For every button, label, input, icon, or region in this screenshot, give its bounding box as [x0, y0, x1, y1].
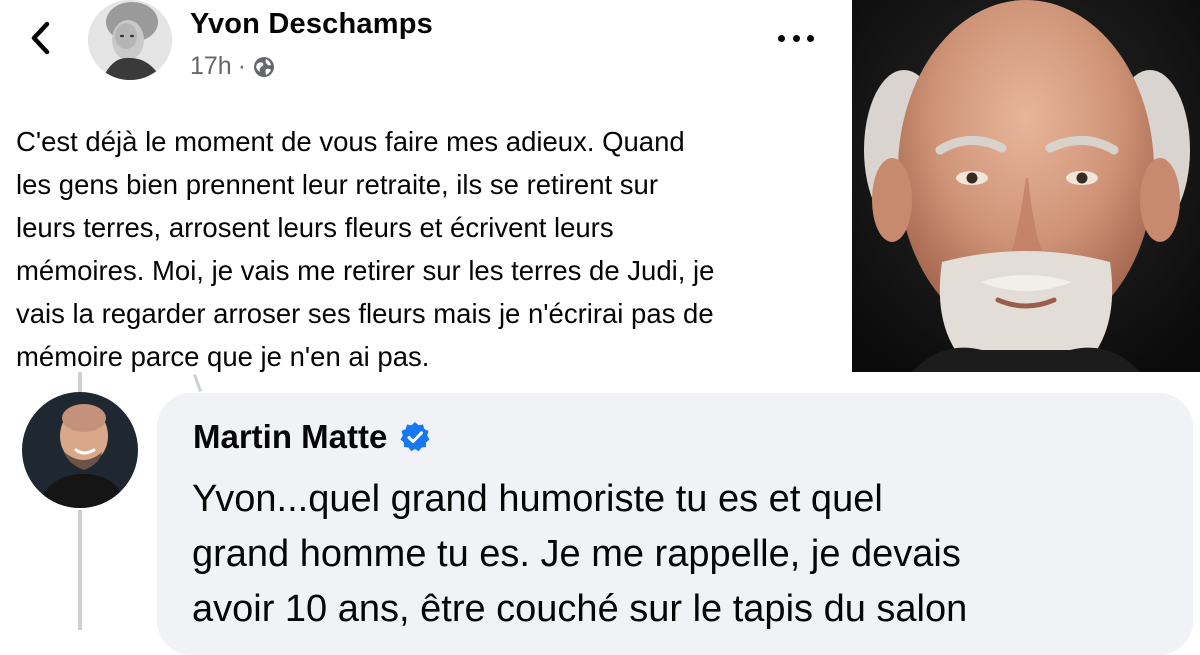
comment-author-name[interactable]: Martin Matte [193, 418, 387, 456]
comment-text-line: Yvon...quel grand humoriste tu es et que… [192, 478, 883, 520]
post-text-line: C'est déjà le moment de vous faire mes a… [16, 126, 685, 157]
post-text-line: les gens bien prennent leur retraite, il… [16, 169, 658, 200]
post-text-line: vais la regarder arroser ses fleurs mais… [16, 298, 714, 329]
post-text-line: mémoire parce que je n'en ai pas. [16, 341, 430, 372]
comment-text-line: grand homme tu es. Je me rappelle, je de… [192, 533, 961, 575]
post-timestamp[interactable]: 17h [190, 52, 232, 81]
meta-separator: · [237, 52, 247, 80]
thread-connector [78, 510, 82, 630]
avatar-portrait [22, 392, 138, 508]
post-author-avatar[interactable] [88, 0, 172, 80]
back-button[interactable] [22, 18, 58, 58]
more-options-icon [778, 34, 785, 42]
portrait-photo [852, 0, 1200, 372]
post-meta: 17h · [190, 52, 276, 81]
post-panel: Yvon Deschamps 17h · C'est déjà le momen… [0, 0, 852, 390]
post-text-line: mémoires. Moi, je vais me retirer sur le… [16, 255, 715, 286]
comment-header: Martin Matte [193, 418, 431, 456]
comment-text-line: avoir 10 ans, être couché sur le tapis d… [192, 588, 968, 630]
comment-body: Yvon...quel grand humoriste tu es et que… [192, 472, 1192, 637]
comment-author-avatar[interactable] [22, 392, 138, 508]
verified-badge-icon [400, 422, 430, 452]
post-text-line: leurs terres, arrosent leurs fleurs et é… [16, 212, 614, 243]
chevron-left-icon [31, 21, 50, 55]
portrait-illustration [852, 0, 1200, 372]
post-body: C'est déjà le moment de vous faire mes a… [16, 120, 846, 378]
globe-icon [254, 56, 275, 77]
more-options-dot [807, 34, 814, 42]
more-options-button[interactable] [778, 24, 814, 52]
avatar-portrait [88, 0, 172, 80]
thread-connector [78, 372, 82, 394]
post-author-name[interactable]: Yvon Deschamps [190, 8, 433, 41]
more-options-dot [792, 34, 800, 42]
